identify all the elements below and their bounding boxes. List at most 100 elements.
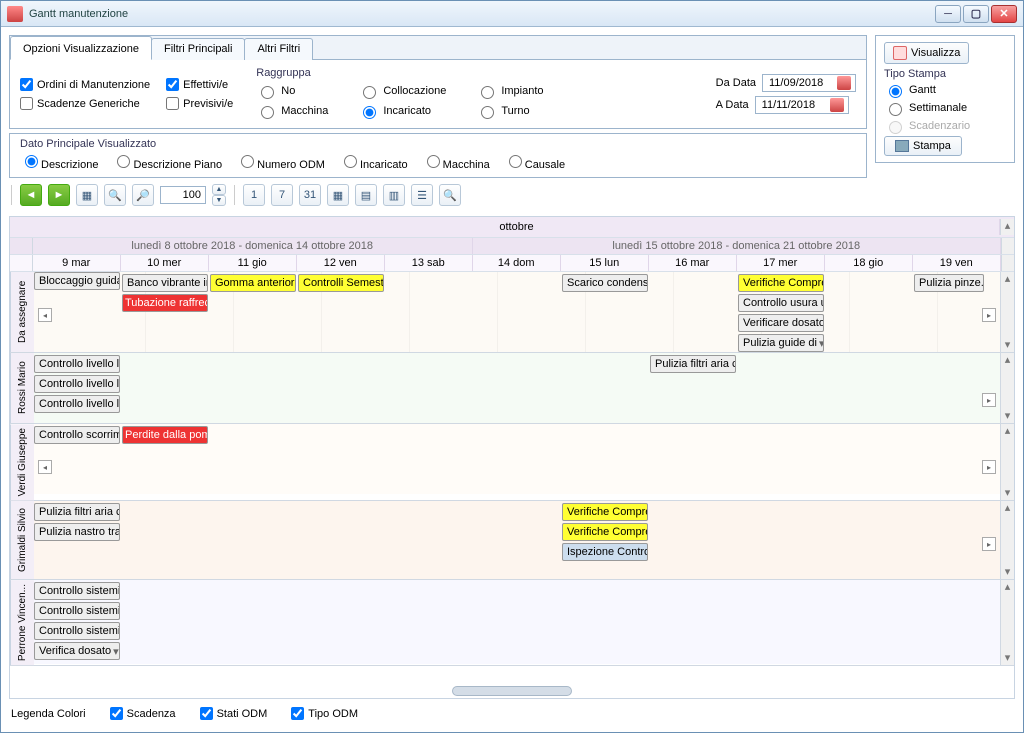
calendar-icon[interactable]	[837, 76, 851, 90]
hdr-week1: lunedì 8 ottobre 2018 - domenica 14 otto…	[33, 238, 473, 254]
tab-altri-filtri[interactable]: Altri Filtri	[244, 38, 313, 60]
tab-filtri-principali[interactable]: Filtri Principali	[151, 38, 245, 60]
view-list-button[interactable]: ☰	[411, 184, 433, 206]
hdr-day: 12 ven	[297, 255, 385, 271]
task[interactable]: Controllo livello li	[34, 395, 120, 413]
task[interactable]: Verifiche Compre	[562, 503, 648, 521]
nav-prev-button[interactable]: ◄	[20, 184, 42, 206]
raggruppa-title: Raggruppa	[256, 67, 543, 79]
task[interactable]: Scarico condensa	[562, 274, 648, 292]
zoom-up[interactable]: ▲	[212, 184, 226, 195]
chk-scadenze[interactable]	[20, 97, 33, 110]
task[interactable]: Pulizia pinze.	[914, 274, 984, 292]
radio-incaricato2[interactable]	[344, 155, 357, 168]
zoom-in-button[interactable]: 🔍	[104, 184, 126, 206]
radio-impianto[interactable]	[481, 86, 494, 99]
task[interactable]: Bloccaggio guida a	[34, 272, 120, 290]
radio-descpiano[interactable]	[117, 155, 130, 168]
chk-effettivi[interactable]	[166, 78, 179, 91]
visualizza-button[interactable]: Visualizza	[884, 42, 969, 64]
scroll-right-button[interactable]: ▸	[982, 393, 996, 407]
task[interactable]: Pulizia guide di▾	[738, 334, 824, 352]
task[interactable]: Banco vibrante in	[122, 274, 208, 292]
stampa-button[interactable]: Stampa	[884, 136, 962, 156]
close-button[interactable]: ✕	[991, 5, 1017, 23]
task[interactable]: Pulizia filtri aria c	[650, 355, 736, 373]
radio-ts-settimanale[interactable]	[889, 103, 902, 116]
task[interactable]: Controllo livello li	[34, 355, 120, 373]
chk-previsivi[interactable]	[166, 97, 179, 110]
scroll-left-button[interactable]: ◂	[38, 308, 52, 322]
chk-ordini[interactable]	[20, 78, 33, 91]
task[interactable]: Controllo sistemi	[34, 622, 120, 640]
hdr-day: 19 ven	[913, 255, 1001, 271]
gantt-hscroll[interactable]	[10, 684, 1014, 698]
radio-causale[interactable]	[509, 155, 522, 168]
hdr-day: 17 mer	[737, 255, 825, 271]
scroll-left-button[interactable]: ◂	[38, 460, 52, 474]
row-scroll-down[interactable]: ▾	[1001, 338, 1014, 352]
chk-leg-scadenza[interactable]	[110, 707, 123, 720]
hdr-month: ottobre	[34, 219, 1000, 235]
find-button[interactable]: 🔍	[439, 184, 461, 206]
radio-macchina2[interactable]	[427, 155, 440, 168]
zoom-down[interactable]: ▼	[212, 195, 226, 206]
task-dropdown-icon[interactable]: ▾	[111, 645, 120, 658]
row-scroll-up[interactable]: ▴	[1001, 272, 1014, 286]
chk-leg-tipo[interactable]	[291, 707, 304, 720]
input-adata[interactable]	[760, 98, 830, 112]
task[interactable]: Gomma anteriore	[210, 274, 296, 292]
task[interactable]: Pulizia nastro tra	[34, 523, 120, 541]
titlebar: Gantt manutenzione ─ ▢ ✕	[1, 1, 1023, 27]
task[interactable]: Verifiche Compre	[562, 523, 648, 541]
hdr-day: 18 gio	[825, 255, 913, 271]
vscroll-up[interactable]: ▴	[1000, 219, 1014, 235]
calendar-icon[interactable]	[830, 98, 844, 112]
task[interactable]: Pulizia filtri aria c	[34, 503, 120, 521]
view-day-button[interactable]: 1	[243, 184, 265, 206]
scroll-right-button[interactable]: ▸	[982, 308, 996, 322]
group-grimaldi: Grimaldi Silvio	[10, 501, 34, 579]
task-dropdown-icon[interactable]: ▾	[817, 337, 824, 350]
radio-descrizione[interactable]	[25, 155, 38, 168]
task[interactable]: Tubazione raffrecc	[122, 294, 208, 312]
task[interactable]: Verificare dosato	[738, 314, 824, 332]
chk-leg-stati[interactable]	[200, 707, 213, 720]
radio-no[interactable]	[261, 86, 274, 99]
task[interactable]: Verifiche Compre	[738, 274, 824, 292]
group-perrone: Perrone Vincen...	[10, 580, 34, 665]
radio-ts-gantt[interactable]	[889, 85, 902, 98]
task[interactable]: Controlli Semestr	[298, 274, 384, 292]
hdr-day: 9 mar	[33, 255, 121, 271]
task[interactable]: Controllo sistemi	[34, 602, 120, 620]
radio-turno[interactable]	[481, 106, 494, 119]
tab-opzioni[interactable]: Opzioni Visualizzazione	[10, 36, 152, 60]
input-dadata[interactable]	[767, 76, 837, 90]
radio-collocazione[interactable]	[363, 86, 376, 99]
view-grid1-button[interactable]: ▤	[355, 184, 377, 206]
zoom-input[interactable]	[160, 186, 206, 204]
task[interactable]: Verifica dosato▾	[34, 642, 120, 660]
zoom-out-button[interactable]: 🔎	[132, 184, 154, 206]
task[interactable]: Ispezione Contro	[562, 543, 648, 561]
task[interactable]: Controllo sistemi	[34, 582, 120, 600]
maximize-button[interactable]: ▢	[963, 5, 989, 23]
today-button[interactable]: ▦	[76, 184, 98, 206]
scroll-right-button[interactable]: ▸	[982, 537, 996, 551]
task[interactable]: Perdite dalla pom	[122, 426, 208, 444]
task[interactable]: Controllo scorrim	[34, 426, 120, 444]
radio-incaricato[interactable]	[363, 106, 376, 119]
view-cal-button[interactable]: ▦	[327, 184, 349, 206]
app-icon	[7, 6, 23, 22]
radio-numodm[interactable]	[241, 155, 254, 168]
view-week-button[interactable]: 7	[271, 184, 293, 206]
task[interactable]: Controllo livello li	[34, 375, 120, 393]
minimize-button[interactable]: ─	[935, 5, 961, 23]
radio-macchina[interactable]	[261, 106, 274, 119]
lbl-scadenze: Scadenze Generiche	[37, 98, 140, 110]
view-grid2-button[interactable]: ▥	[383, 184, 405, 206]
nav-next-button[interactable]: ►	[48, 184, 70, 206]
view-month-button[interactable]: 31	[299, 184, 321, 206]
scroll-right-button[interactable]: ▸	[982, 460, 996, 474]
task[interactable]: Controllo usura u	[738, 294, 824, 312]
